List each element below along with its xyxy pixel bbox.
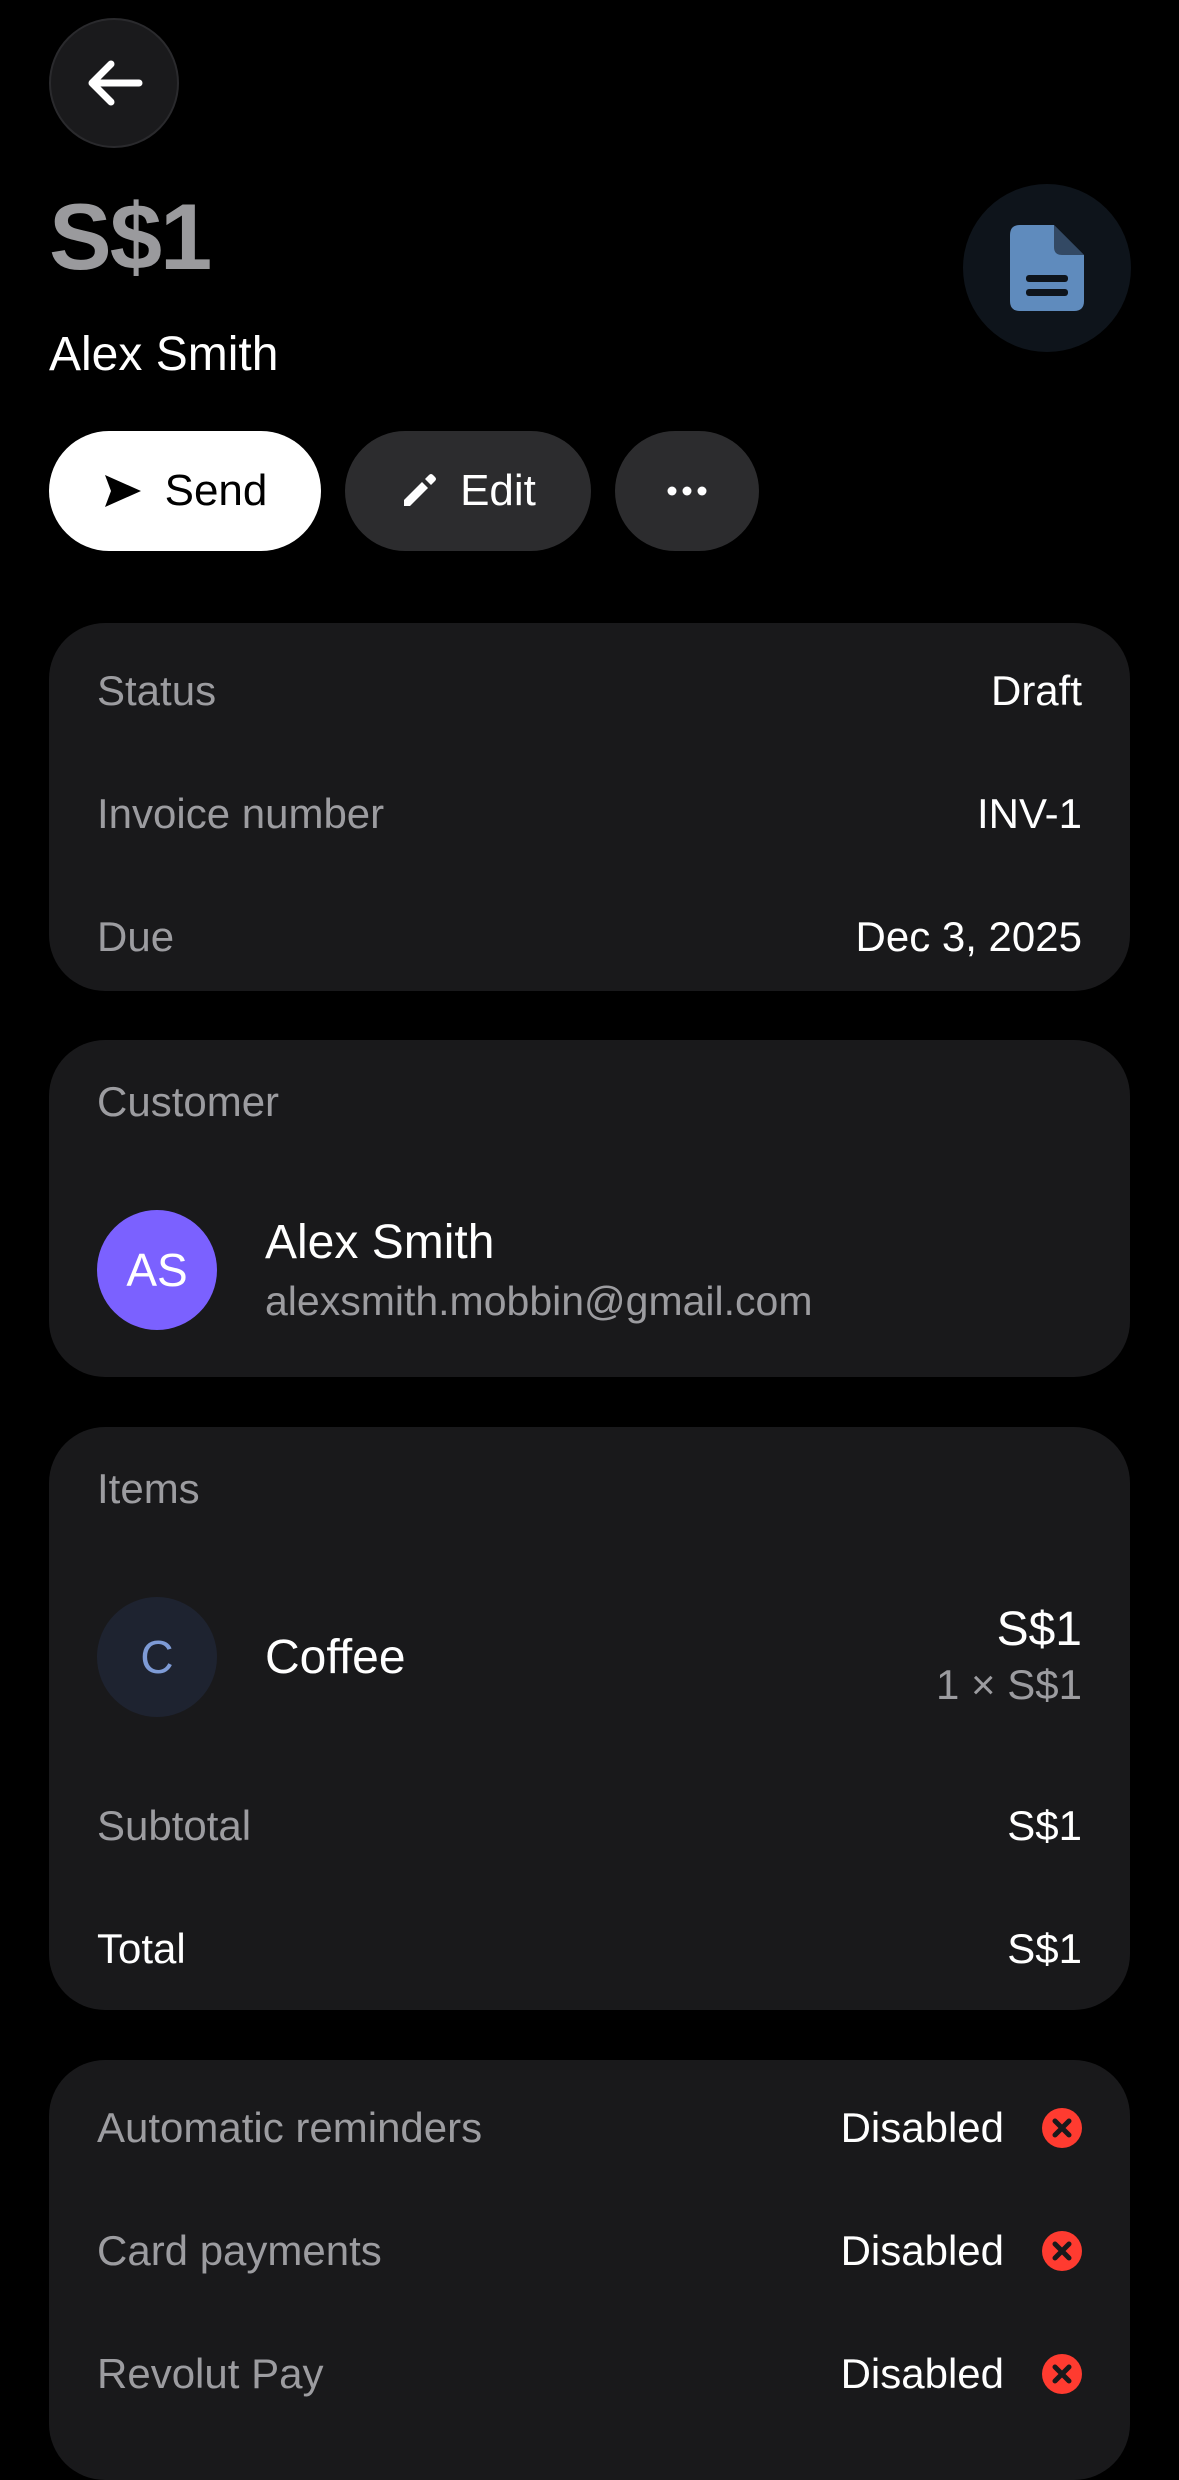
automatic-reminders-value: Disabled bbox=[840, 2104, 1004, 2151]
invoice-number-value: INV-1 bbox=[976, 790, 1082, 837]
items-card: Items C Coffee S$1 1 × S$1 Subtotal S$1 … bbox=[49, 1427, 1130, 2010]
item-initial: C bbox=[140, 1631, 174, 1683]
list-item[interactable]: C Coffee S$1 1 × S$1 bbox=[49, 1597, 1130, 1717]
total-label: Total bbox=[97, 1925, 186, 1972]
item-name: Coffee bbox=[265, 1631, 406, 1684]
payment-settings-card: Automatic reminders Disabled Card paymen… bbox=[49, 2060, 1130, 2480]
action-bar: Send Edit bbox=[49, 431, 759, 551]
avatar-initials: AS bbox=[126, 1244, 188, 1296]
due-date-value: Dec 3, 2025 bbox=[855, 913, 1083, 960]
view-document-button[interactable] bbox=[963, 184, 1131, 352]
total-value: S$1 bbox=[1007, 1925, 1082, 1972]
customer-email: alexsmith.mobbin@gmail.com bbox=[265, 1278, 813, 1324]
back-button[interactable] bbox=[49, 18, 179, 148]
send-button-label: Send bbox=[164, 466, 268, 515]
revolut-pay-row[interactable]: Revolut Pay Disabled bbox=[97, 2344, 1082, 2404]
subtotal-label: Subtotal bbox=[97, 1802, 252, 1849]
status-value: Draft bbox=[990, 667, 1082, 714]
customer-name: Alex Smith bbox=[265, 1216, 495, 1269]
send-button[interactable]: Send bbox=[49, 431, 321, 551]
arrow-left-icon bbox=[88, 60, 143, 106]
document-icon bbox=[1010, 225, 1084, 311]
customer-card[interactable]: Customer AS Alex Smith alexsmith.mobbin@… bbox=[49, 1040, 1130, 1377]
revolut-pay-value: Disabled bbox=[840, 2350, 1004, 2397]
invoice-number-row: Invoice number INV-1 bbox=[97, 784, 1082, 844]
item-total: S$1 bbox=[996, 1603, 1082, 1656]
items-section-title: Items bbox=[97, 1465, 200, 1512]
ellipsis-icon bbox=[667, 486, 707, 496]
avatar: AS bbox=[97, 1210, 217, 1330]
invoice-customer-name: Alex Smith bbox=[49, 328, 279, 381]
pencil-icon bbox=[404, 474, 437, 506]
item-avatar: C bbox=[97, 1597, 217, 1717]
item-breakdown: 1 × S$1 bbox=[936, 1661, 1082, 1708]
card-payments-value: Disabled bbox=[840, 2227, 1004, 2274]
card-payments-label: Card payments bbox=[97, 2227, 382, 2274]
status-label: Status bbox=[97, 667, 217, 714]
automatic-reminders-label: Automatic reminders bbox=[97, 2104, 483, 2151]
status-row: Status Draft bbox=[97, 661, 1082, 721]
x-circle-icon bbox=[1042, 2108, 1082, 2148]
card-payments-row[interactable]: Card payments Disabled bbox=[97, 2221, 1082, 2281]
x-circle-icon bbox=[1042, 2354, 1082, 2394]
invoice-number-label: Invoice number bbox=[97, 790, 385, 837]
paper-plane-icon bbox=[104, 475, 141, 507]
due-date-label: Due bbox=[97, 913, 175, 960]
invoice-details-card: Status Draft Invoice number INV-1 Due De… bbox=[49, 623, 1130, 991]
due-date-row: Due Dec 3, 2025 bbox=[97, 907, 1082, 967]
automatic-reminders-row[interactable]: Automatic reminders Disabled bbox=[97, 2098, 1082, 2158]
more-options-button[interactable] bbox=[615, 431, 759, 551]
subtotal-row: Subtotal S$1 bbox=[97, 1796, 1082, 1856]
total-row: Total S$1 bbox=[97, 1919, 1082, 1979]
subtotal-value: S$1 bbox=[1007, 1802, 1082, 1849]
customer-section-title: Customer bbox=[97, 1078, 280, 1125]
invoice-amount: S$1 bbox=[49, 184, 212, 289]
x-circle-icon bbox=[1042, 2231, 1082, 2271]
edit-button-label: Edit bbox=[460, 466, 536, 515]
revolut-pay-label: Revolut Pay bbox=[97, 2350, 324, 2397]
edit-button[interactable]: Edit bbox=[345, 431, 591, 551]
